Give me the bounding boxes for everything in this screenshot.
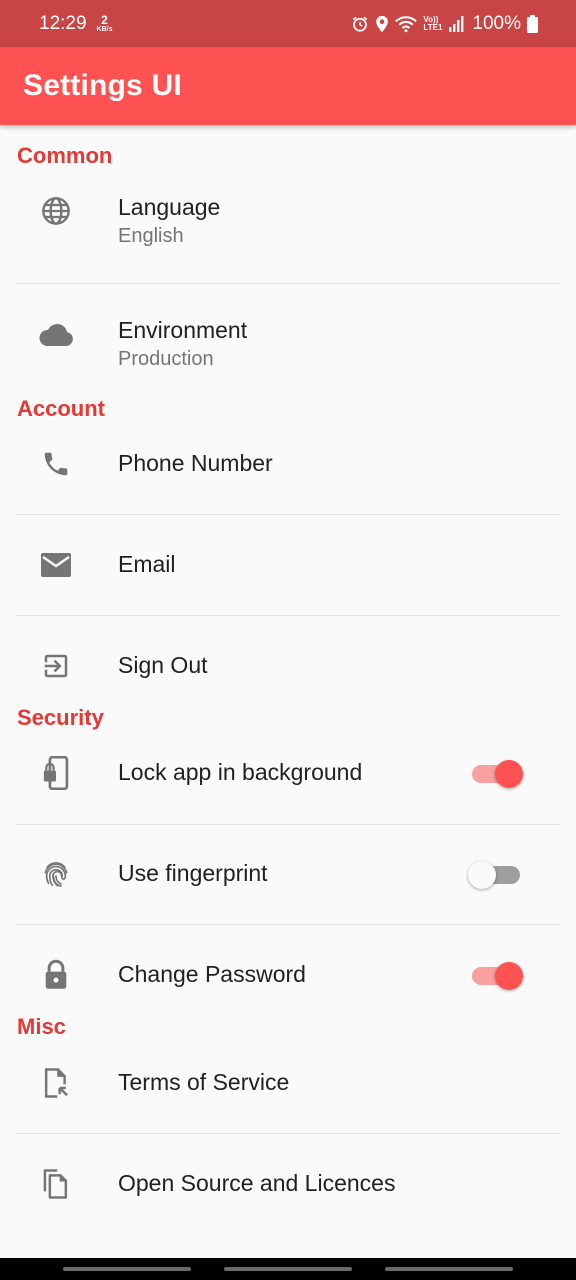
system-nav-bar bbox=[0, 1258, 576, 1280]
settings-tile-phone-number[interactable]: Phone Number bbox=[0, 437, 576, 514]
settings-tile-open-source-licences[interactable]: Open Source and Licences bbox=[0, 1157, 576, 1234]
nav-back-button[interactable] bbox=[385, 1267, 513, 1271]
mail-icon bbox=[38, 547, 74, 583]
tile-title-environment: Environment bbox=[118, 317, 248, 343]
tile-title-change-password: Change Password bbox=[118, 961, 306, 987]
lte-indicator: Vo)) LTE1 bbox=[423, 15, 443, 32]
fingerprint-icon bbox=[38, 856, 74, 892]
divider bbox=[17, 514, 559, 515]
divider bbox=[17, 824, 559, 825]
settings-tile-email[interactable]: Email bbox=[0, 538, 576, 615]
section-title-account: Account bbox=[17, 396, 105, 421]
tile-title-sign-out: Sign Out bbox=[118, 652, 208, 678]
copy-icon bbox=[38, 1166, 74, 1202]
toggle-thumb bbox=[495, 760, 523, 788]
wifi-icon bbox=[395, 15, 418, 32]
cloud-icon bbox=[38, 316, 74, 352]
divider bbox=[17, 283, 559, 284]
settings-tile-language[interactable]: Language English bbox=[0, 181, 576, 283]
lock-app-toggle[interactable] bbox=[470, 757, 526, 789]
status-icons: Vo)) LTE1 100% bbox=[351, 13, 538, 35]
tile-title-terms-of-service: Terms of Service bbox=[118, 1069, 290, 1095]
tile-title-lock-app: Lock app in background bbox=[118, 759, 363, 785]
section-title-common: Common bbox=[17, 143, 113, 168]
tile-title-language: Language bbox=[118, 194, 221, 220]
tile-title-email: Email bbox=[118, 551, 176, 577]
globe-icon bbox=[38, 193, 74, 229]
toggle-thumb bbox=[495, 962, 523, 990]
alarm-icon bbox=[353, 16, 368, 32]
phone-lock-icon bbox=[38, 755, 74, 791]
section-title-security: Security bbox=[17, 705, 104, 730]
settings-tile-terms-of-service[interactable]: Terms of Service bbox=[0, 1056, 576, 1133]
battery-icon bbox=[527, 14, 538, 33]
tile-title-phone-number: Phone Number bbox=[118, 450, 273, 476]
app-title: Settings UI bbox=[23, 69, 182, 102]
lock-icon bbox=[38, 957, 74, 993]
status-bar: 12:29 2 KB/s Vo)) LTE1 100% bbox=[0, 0, 576, 47]
network-speed-unit: KB/s bbox=[96, 26, 113, 33]
network-speed: 2 KB/s bbox=[97, 14, 113, 33]
settings-tile-lock-app[interactable]: Lock app in background bbox=[0, 746, 576, 823]
signal-icon bbox=[449, 15, 464, 32]
location-icon bbox=[376, 15, 389, 32]
tile-title-open-source-licences: Open Source and Licences bbox=[118, 1170, 396, 1196]
status-time: 12:29 bbox=[39, 12, 87, 34]
settings-tile-environment[interactable]: Environment Production bbox=[0, 304, 576, 399]
settings-tile-change-password[interactable]: Change Password bbox=[0, 948, 576, 1025]
network-speed-value: 2 bbox=[101, 13, 108, 27]
tile-value-environment: Production bbox=[118, 348, 214, 370]
divider bbox=[17, 615, 559, 616]
nav-recents-button[interactable] bbox=[63, 1267, 191, 1271]
change-password-toggle[interactable] bbox=[470, 959, 526, 991]
divider bbox=[17, 924, 559, 925]
toggle-thumb bbox=[468, 861, 496, 889]
nav-home-button[interactable] bbox=[224, 1267, 352, 1271]
lte-label: LTE1 bbox=[423, 22, 443, 32]
section-title-misc: Misc bbox=[17, 1014, 66, 1039]
battery-percent: 100% bbox=[472, 12, 521, 34]
tile-value-language: English bbox=[118, 225, 184, 247]
document-icon bbox=[38, 1065, 74, 1101]
settings-tile-use-fingerprint[interactable]: Use fingerprint bbox=[0, 847, 576, 924]
exit-icon bbox=[38, 648, 74, 684]
divider bbox=[17, 1133, 559, 1134]
fingerprint-toggle[interactable] bbox=[468, 858, 526, 890]
app-bar: Settings UI bbox=[0, 47, 576, 125]
phone-icon bbox=[38, 446, 74, 482]
tile-title-use-fingerprint: Use fingerprint bbox=[118, 860, 268, 886]
